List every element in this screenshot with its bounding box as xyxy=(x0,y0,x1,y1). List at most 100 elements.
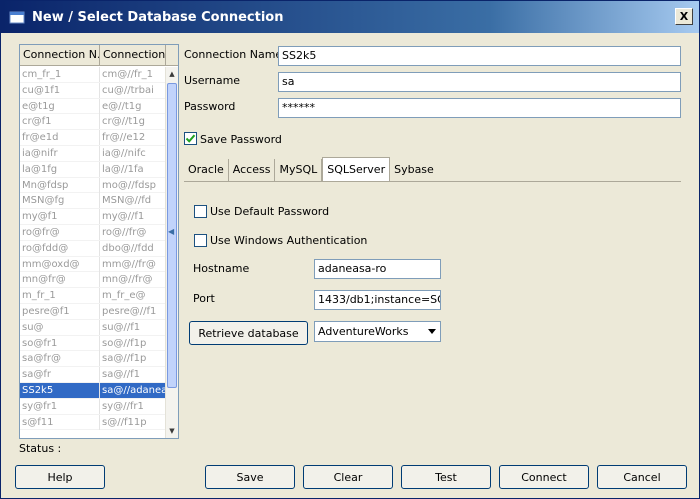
save-password-label: Save Password xyxy=(200,133,282,146)
connection-name-cell: ia@nifr xyxy=(20,145,100,161)
list-rows: cm_fr_1 cm@//fr_1 cu@1f1 cu@//trbai e@t1g e@/… xyxy=(20,67,166,431)
dialog-window: New / Select Database Connection X Conne… xyxy=(0,0,700,499)
save-button[interactable]: Save xyxy=(205,465,295,489)
connection-name-cell: sa@fr xyxy=(20,367,100,383)
database-tabs: Oracle Access MySQL SQLServer Sybase xyxy=(184,157,438,181)
column-header-connection-details[interactable]: Connection D xyxy=(100,45,166,66)
list-header: Connection N... Connection D xyxy=(20,45,178,66)
connection-details-cell: pesre@//f1 xyxy=(102,305,157,317)
connection-name-cell: pesre@f1 xyxy=(20,303,100,319)
connection-details-cell: cm@//fr_1 xyxy=(102,69,153,80)
connection-details-cell: MSN@//fd xyxy=(102,195,152,207)
connection-details-cell: fr@//e12 xyxy=(102,132,146,144)
list-item[interactable]: mm@oxd@ mm@//fr@ xyxy=(20,256,166,273)
list-item[interactable]: Mn@fdsp mo@//fdsp xyxy=(20,177,166,194)
scroll-up-icon[interactable]: ▲ xyxy=(166,67,178,81)
list-item[interactable]: sy@fr1 sy@//fr1 xyxy=(20,398,166,415)
connection-name-cell: cu@1f1 xyxy=(20,82,100,98)
retrieve-database-button[interactable]: Retrieve database xyxy=(189,321,308,345)
list-item[interactable]: so@fr1 so@//f1p xyxy=(20,335,166,352)
list-item[interactable]: MSN@fg MSN@//fd xyxy=(20,193,166,210)
use-windows-auth-checkbox[interactable] xyxy=(194,234,207,247)
connection-name-cell: sy@fr1 xyxy=(20,398,100,414)
list-item[interactable]: ro@fdd@ dbo@//fdd xyxy=(20,240,166,257)
connection-name-cell: SS2k5 xyxy=(20,382,100,398)
connection-name-cell: su@ xyxy=(20,319,100,335)
list-item[interactable]: s@f11 s@//f11p xyxy=(20,414,166,431)
connection-details-cell: my@//f1 xyxy=(102,211,145,223)
connection-name-cell: la@1fg xyxy=(20,161,100,177)
connection-name-cell: mn@fr@ xyxy=(20,272,100,288)
connection-name-cell: e@t1g xyxy=(20,98,100,114)
hostname-input[interactable]: adaneasa-ro xyxy=(314,259,441,279)
column-header-connection-name[interactable]: Connection N... xyxy=(20,45,100,66)
tab-sqlserver[interactable]: SQLServer xyxy=(322,157,391,181)
list-item[interactable]: su@ su@//f1 xyxy=(20,319,166,336)
port-input[interactable]: 1433/db1;instance=SQLE xyxy=(314,290,441,310)
test-button[interactable]: Test xyxy=(401,465,491,489)
tab-oracle[interactable]: Oracle xyxy=(184,159,229,181)
cancel-button[interactable]: Cancel xyxy=(597,465,687,489)
connection-name-cell: mm@oxd@ xyxy=(20,256,100,272)
list-item[interactable]: fr@e1d fr@//e12 xyxy=(20,130,166,146)
connection-name-cell: my@f1 xyxy=(20,209,100,225)
list-item[interactable]: cu@1f1 cu@//trbai xyxy=(20,82,166,99)
status-label: Status : xyxy=(19,442,62,455)
tab-mysql[interactable]: MySQL xyxy=(275,159,323,181)
connection-details-cell: ia@//nifc xyxy=(102,147,146,159)
hostname-label: Hostname xyxy=(193,262,250,275)
connection-list[interactable]: Connection N... Connection D cm_fr_1cm@/… xyxy=(19,44,179,439)
list-item[interactable]: mn@fr@ mn@//fr@ xyxy=(20,272,166,289)
list-item[interactable]: sa@fr sa@//f1 xyxy=(20,367,166,383)
connection-name-cell: sa@fr@ xyxy=(20,351,100,367)
connection-details-cell: sa@//adanea xyxy=(102,384,166,396)
connection-details-cell: su@//f1 xyxy=(102,321,141,333)
username-input[interactable]: sa xyxy=(278,72,681,92)
close-button[interactable]: X xyxy=(675,8,693,25)
list-item[interactable]: my@f1 my@//f1 xyxy=(20,209,166,225)
list-item[interactable]: ia@nifr ia@//nifc xyxy=(20,145,166,162)
list-scrollbar[interactable]: ▲ ▼ xyxy=(165,67,178,438)
connection-name-cell: cr@f1 xyxy=(20,114,100,130)
connection-name-cell: so@fr1 xyxy=(20,335,100,351)
list-item[interactable]: la@1fg la@//1fa xyxy=(20,161,166,178)
connection-name-input[interactable]: SS2k5 xyxy=(278,46,681,66)
help-button[interactable]: Help xyxy=(15,465,105,489)
list-item[interactable]: SS2k5 sa@//adanea xyxy=(20,382,166,399)
checkmark-icon xyxy=(185,134,196,143)
title-bar: New / Select Database Connection X xyxy=(1,1,699,33)
tab-sybase[interactable]: Sybase xyxy=(390,159,438,181)
connection-details-cell: sa@//f1 xyxy=(102,369,140,381)
list-item[interactable]: ro@fr@ ro@//fr@ xyxy=(20,224,166,241)
list-item[interactable]: sa@fr@ sa@//f1p xyxy=(20,351,166,368)
database-select[interactable]: AdventureWorks xyxy=(314,321,441,342)
connection-details-cell: sa@//f1p xyxy=(102,353,147,365)
connect-button[interactable]: Connect xyxy=(499,465,589,489)
database-select-value: AdventureWorks xyxy=(318,325,409,338)
list-item[interactable]: pesre@f1 pesre@//f1 xyxy=(20,303,166,320)
connection-details-cell: ro@//fr@ xyxy=(102,226,147,238)
connection-details-cell: dbo@//fdd xyxy=(102,242,154,254)
connection-name-cell: ro@fdd@ xyxy=(20,240,100,256)
connection-name-cell: fr@e1d xyxy=(20,130,100,146)
splitter-collapse-icon[interactable]: ◀ xyxy=(168,227,174,236)
list-item[interactable]: cr@f1 cr@//t1g xyxy=(20,114,166,131)
list-item[interactable]: e@t1g e@//t1g xyxy=(20,98,166,115)
connection-name-cell: MSN@fg xyxy=(20,193,100,209)
scroll-down-icon[interactable]: ▼ xyxy=(166,424,178,438)
window-title: New / Select Database Connection xyxy=(32,9,284,25)
use-windows-auth-label: Use Windows Authentication xyxy=(210,234,368,247)
list-item[interactable]: cm_fr_1 cm@//fr_1 xyxy=(20,67,166,83)
password-input[interactable]: ****** xyxy=(278,98,681,118)
save-password-checkbox[interactable] xyxy=(184,132,197,145)
password-label: Password xyxy=(184,100,236,113)
connection-details-cell: cr@//t1g xyxy=(102,116,145,128)
use-default-password-label: Use Default Password xyxy=(210,205,330,218)
tab-access[interactable]: Access xyxy=(229,159,276,181)
username-label: Username xyxy=(184,74,241,87)
clear-button[interactable]: Clear xyxy=(303,465,393,489)
connection-details-cell: cu@//trbai xyxy=(102,84,154,96)
list-item[interactable]: m_fr_1 m_fr_e@ xyxy=(20,288,166,304)
use-default-password-checkbox[interactable] xyxy=(194,205,207,218)
chevron-down-icon[interactable] xyxy=(428,329,436,334)
